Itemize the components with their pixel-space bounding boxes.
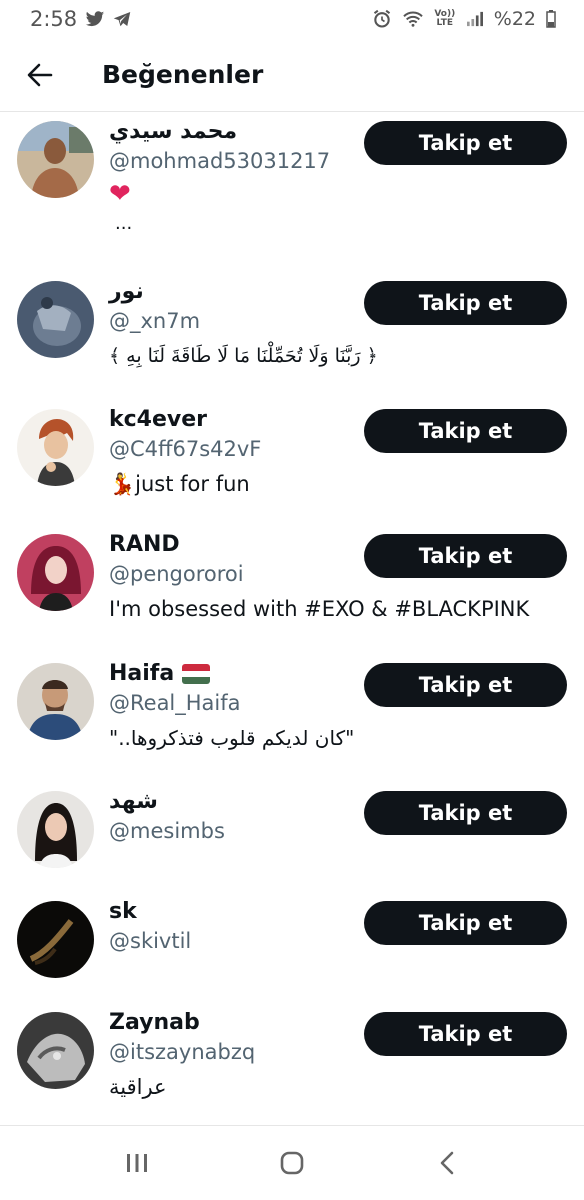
follow-button[interactable]: Takip et	[364, 663, 567, 707]
battery-icon	[546, 10, 556, 28]
list-item[interactable]: نور @_xn7m ﴿ رَبَّنَا وَلَا تُحَمِّلْنَا…	[0, 273, 584, 393]
volte-icon: Vo)) LTE	[434, 10, 456, 28]
follow-button[interactable]: Takip et	[364, 281, 567, 325]
list-item[interactable]: محمد سيدي @mohmad53031217 ❤ ... Takip et	[0, 113, 584, 263]
avatar[interactable]	[17, 409, 94, 486]
follow-button[interactable]: Takip et	[364, 1012, 567, 1056]
page-title: Beğenenler	[102, 60, 264, 89]
user-name: محمد سيدي	[109, 119, 238, 144]
user-bio-line2: ...	[115, 213, 133, 234]
list-item[interactable]: Haifa @Real_Haifa "كان لديكم قلوب فتذكرو…	[0, 655, 584, 775]
follow-button[interactable]: Takip et	[364, 791, 567, 835]
avatar[interactable]	[17, 1012, 94, 1089]
battery-percent: %22	[493, 8, 536, 30]
follow-button[interactable]: Takip et	[364, 121, 567, 165]
twitter-icon	[85, 10, 105, 28]
avatar[interactable]	[17, 663, 94, 740]
list-item[interactable]: kc4ever @C4ff67s42vF 💃just for fun Takip…	[0, 401, 584, 521]
follow-button[interactable]: Takip et	[364, 409, 567, 453]
back-button[interactable]	[14, 49, 66, 101]
user-bio: عراقية	[109, 1075, 167, 1099]
user-bio: I'm obsessed with #EXO & #BLACKPINK	[109, 597, 530, 621]
app-header: Beğenenler	[0, 38, 584, 112]
avatar[interactable]	[17, 791, 94, 868]
home-icon	[280, 1151, 304, 1175]
likers-list: محمد سيدي @mohmad53031217 ❤ ... Takip et…	[0, 113, 584, 1125]
hungary-flag-icon	[182, 664, 211, 684]
status-bar: 2:58 Vo)) LTE %22	[0, 0, 584, 38]
alarm-icon	[372, 9, 392, 29]
user-bio: ﴿ رَبَّنَا وَلَا تُحَمِّلْنَا مَا لَا طَ…	[109, 345, 378, 367]
signal-icon	[466, 11, 484, 27]
follow-button[interactable]: Takip et	[364, 901, 567, 945]
back-icon	[440, 1151, 453, 1175]
telegram-icon	[113, 11, 131, 28]
system-back-button[interactable]	[417, 1133, 477, 1193]
list-item[interactable]: sk @skivtil Takip et	[0, 893, 584, 1013]
user-name-text: Haifa	[109, 661, 175, 686]
list-item[interactable]: RAND @pengororoi I'm obsessed with #EXO …	[0, 526, 584, 646]
arrow-left-icon	[27, 63, 53, 86]
home-button[interactable]	[262, 1133, 322, 1193]
list-item[interactable]: Zaynab @itszaynabzq عراقية Takip et	[0, 1004, 584, 1124]
wifi-icon	[402, 10, 424, 28]
avatar[interactable]	[17, 534, 94, 611]
avatar[interactable]	[17, 281, 94, 358]
user-bio: "كان لديكم قلوب فتذكروها.."	[109, 726, 355, 750]
user-bio: 💃just for fun	[109, 472, 250, 496]
volte-label: Vo)) LTE	[434, 9, 456, 28]
user-bio: ❤	[109, 179, 131, 209]
avatar[interactable]	[17, 121, 94, 198]
follow-button[interactable]: Takip et	[364, 534, 567, 578]
system-nav-bar	[0, 1125, 584, 1200]
status-time: 2:58	[30, 7, 78, 31]
list-item[interactable]: شهد @mesimbs Takip et	[0, 783, 584, 903]
avatar[interactable]	[17, 901, 94, 978]
recent-apps-icon	[127, 1154, 148, 1172]
recent-apps-button[interactable]	[107, 1133, 167, 1193]
